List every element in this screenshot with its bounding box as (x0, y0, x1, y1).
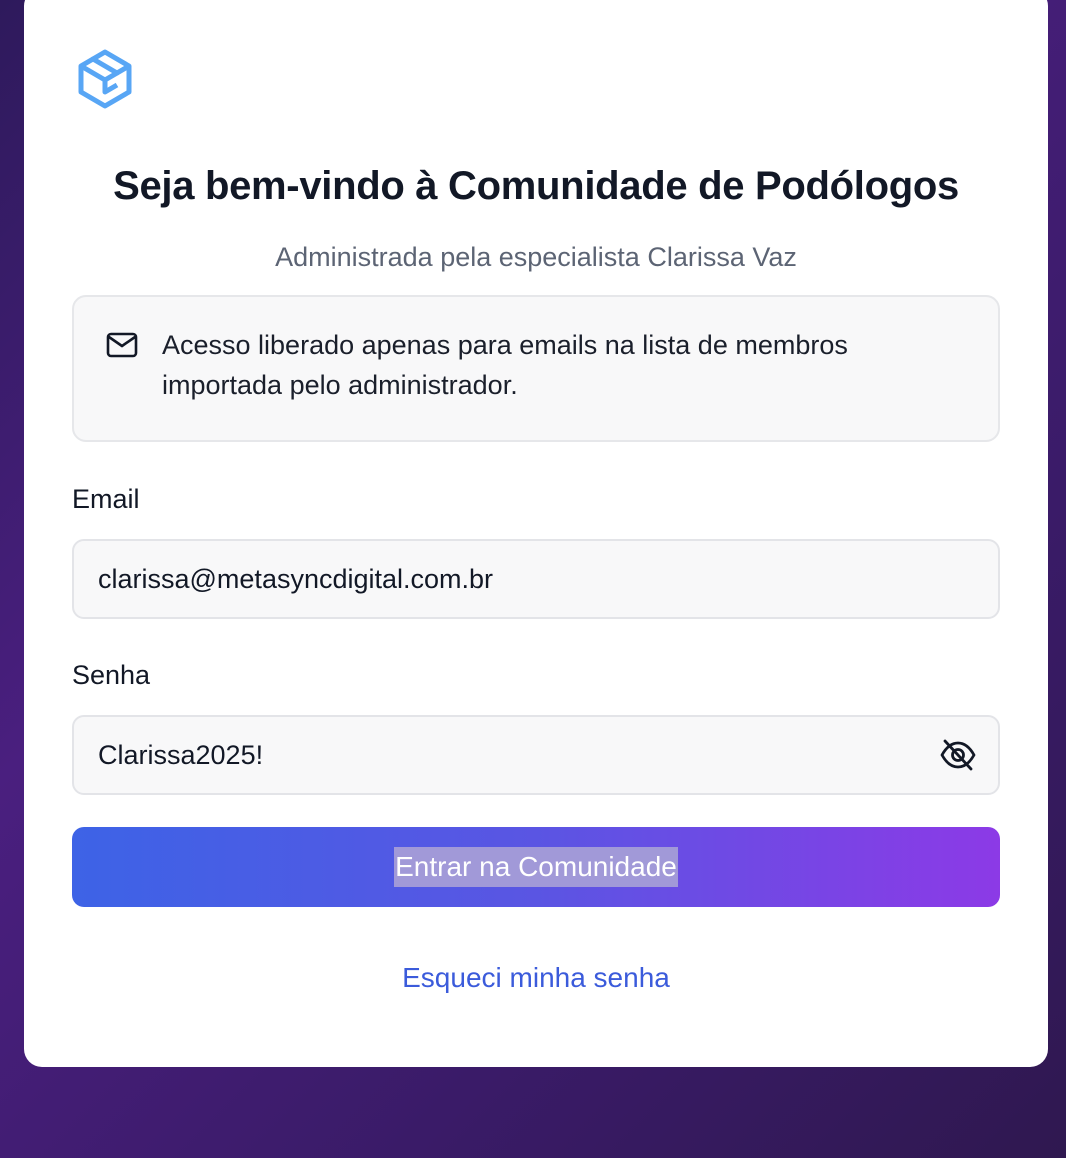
email-field[interactable] (72, 539, 1000, 619)
submit-button-label: Entrar na Comunidade (394, 847, 678, 887)
submit-button[interactable]: Entrar na Comunidade (72, 827, 1000, 907)
access-notice: Acesso liberado apenas para emails na li… (72, 295, 1000, 442)
login-card: Seja bem-vindo à Comunidade de Podólogos… (24, 0, 1048, 1067)
password-field[interactable] (72, 715, 1000, 795)
notice-text: Acesso liberado apenas para emails na li… (162, 330, 848, 400)
email-label: Email (72, 484, 140, 514)
mail-icon (106, 332, 138, 358)
eye-off-icon[interactable] (938, 737, 978, 773)
forgot-password-link[interactable]: Esqueci minha senha (24, 962, 1048, 994)
cube-box-icon (78, 49, 132, 109)
password-label: Senha (72, 660, 151, 690)
page-title: Seja bem-vindo à Comunidade de Podólogos (113, 164, 959, 208)
page-subtitle: Administrada pela especialista Clarissa … (275, 242, 797, 272)
